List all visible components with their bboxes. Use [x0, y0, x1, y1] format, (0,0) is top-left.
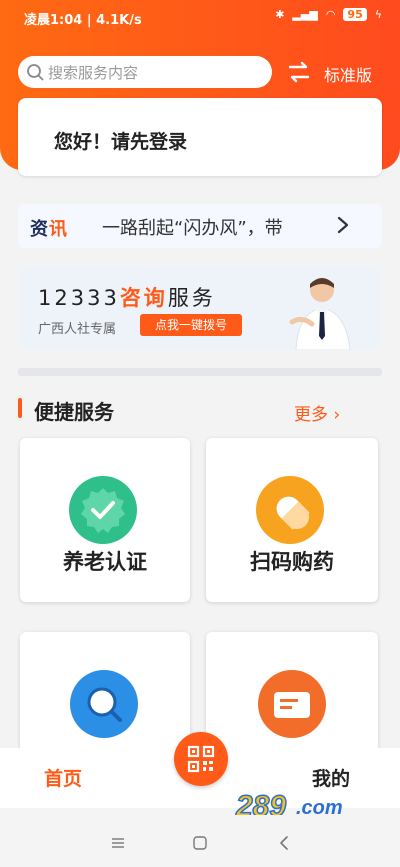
tile-label-pension-auth: 养老认证 [63, 550, 147, 574]
scan-qr-button[interactable] [174, 732, 228, 786]
back-icon[interactable] [278, 835, 290, 851]
search-icon [27, 64, 44, 81]
status-bar: 凌晨1:04 | 4.1K/s ✱ ▂▄▆ ◠ 95 ϟ [0, 0, 400, 34]
status-icons: ✱ ▂▄▆ ◠ 95 ϟ [275, 8, 382, 21]
menu-icon[interactable] [110, 836, 126, 850]
section-accent-bar [18, 398, 22, 418]
hotline-subtitle: 广西人社专属 [38, 322, 117, 337]
news-headline[interactable]: 一路刮起“闪办风”，带 [102, 214, 324, 240]
signal-icon: ▂▄▆ [292, 8, 318, 21]
search-placeholder: 搜索服务内容 [48, 63, 139, 82]
chevron-right-icon[interactable] [336, 215, 350, 235]
section-divider [18, 368, 382, 376]
version-toggle[interactable]: 标准版 [324, 62, 372, 86]
pill-icon [256, 476, 324, 544]
section-title: 便捷服务 [34, 400, 114, 424]
wifi-icon: ◠ [325, 8, 336, 21]
swap-icon[interactable] [288, 60, 310, 84]
news-tag-b: 讯 [49, 219, 68, 240]
login-prompt[interactable]: 您好！请先登录 [54, 127, 187, 154]
dial-button[interactable]: 点我一键拨号 [140, 314, 242, 336]
hotline-consult: 咨询 [119, 286, 168, 310]
charging-icon: ϟ [374, 8, 382, 21]
news-tag: 资讯 [30, 215, 68, 241]
search-icon [70, 670, 138, 738]
news-tag-a: 资 [30, 219, 49, 240]
badge-check-icon [69, 476, 137, 544]
status-time: 凌晨1:04 | 4.1K/s [24, 13, 142, 28]
home-square-icon[interactable] [192, 835, 208, 851]
tile-label-scan-buy-medicine: 扫码购药 [250, 550, 334, 574]
bluetooth-icon: ✱ [275, 8, 285, 21]
more-link[interactable]: 更多 › [294, 400, 340, 425]
hotline-number: 12333 [38, 286, 120, 310]
qr-code-icon [187, 745, 215, 773]
battery-icon: 95 [343, 8, 367, 21]
search-input[interactable]: 搜索服务内容 [18, 56, 272, 88]
hotline-service: 服务 [167, 286, 216, 310]
nav-home[interactable]: 首页 [44, 764, 82, 791]
card-icon [258, 670, 326, 738]
hotline-title: 12333咨询服务 [38, 282, 216, 312]
service-agent-image [289, 278, 351, 350]
